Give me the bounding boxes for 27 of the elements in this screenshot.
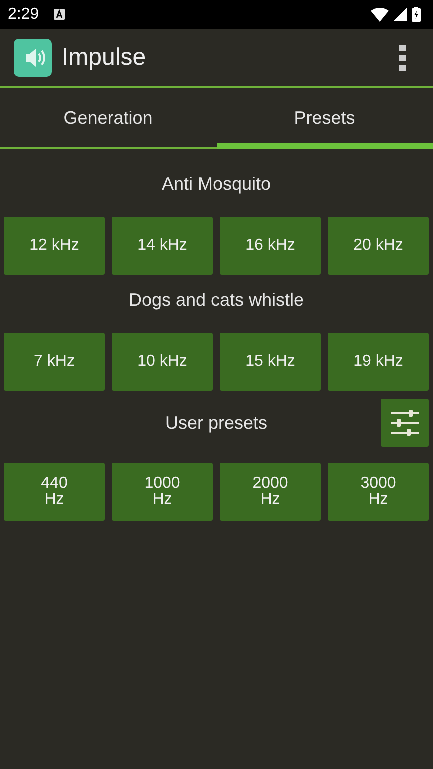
preset-button[interactable]: 12 kHz bbox=[4, 217, 105, 275]
sliders-icon bbox=[391, 410, 419, 436]
section-title: User presets bbox=[165, 412, 268, 434]
preset-button[interactable]: 3000 Hz bbox=[328, 463, 429, 521]
speaker-icon bbox=[14, 38, 52, 76]
preset-button[interactable]: 14 kHz bbox=[112, 217, 213, 275]
tab[interactable]: Generation bbox=[0, 88, 216, 149]
tab[interactable]: Presets bbox=[216, 88, 433, 149]
preset-button[interactable]: 1000 Hz bbox=[112, 463, 213, 521]
section-title: Dogs and cats whistle bbox=[128, 290, 304, 310]
app-title: Impulse bbox=[62, 44, 146, 72]
status-time: 2:29 bbox=[8, 6, 40, 24]
notification-icon bbox=[54, 9, 66, 20]
preset-button[interactable]: 16 kHz bbox=[220, 217, 321, 275]
settings-button[interactable] bbox=[381, 399, 429, 447]
preset-button[interactable]: 19 kHz bbox=[328, 333, 429, 391]
wifi-icon bbox=[371, 8, 389, 22]
preset-button[interactable]: 440 Hz bbox=[4, 463, 105, 521]
preset-button[interactable]: 7 kHz bbox=[4, 333, 105, 391]
section-title: Anti Mosquito bbox=[162, 174, 272, 194]
preset-button[interactable]: 10 kHz bbox=[112, 333, 213, 391]
signal-icon bbox=[394, 8, 407, 21]
preset-button[interactable]: 15 kHz bbox=[220, 333, 321, 391]
battery-icon bbox=[412, 7, 421, 22]
more-options-icon[interactable] bbox=[399, 44, 407, 70]
preset-button[interactable]: 2000 Hz bbox=[220, 463, 321, 521]
preset-button[interactable]: 20 kHz bbox=[328, 217, 429, 275]
